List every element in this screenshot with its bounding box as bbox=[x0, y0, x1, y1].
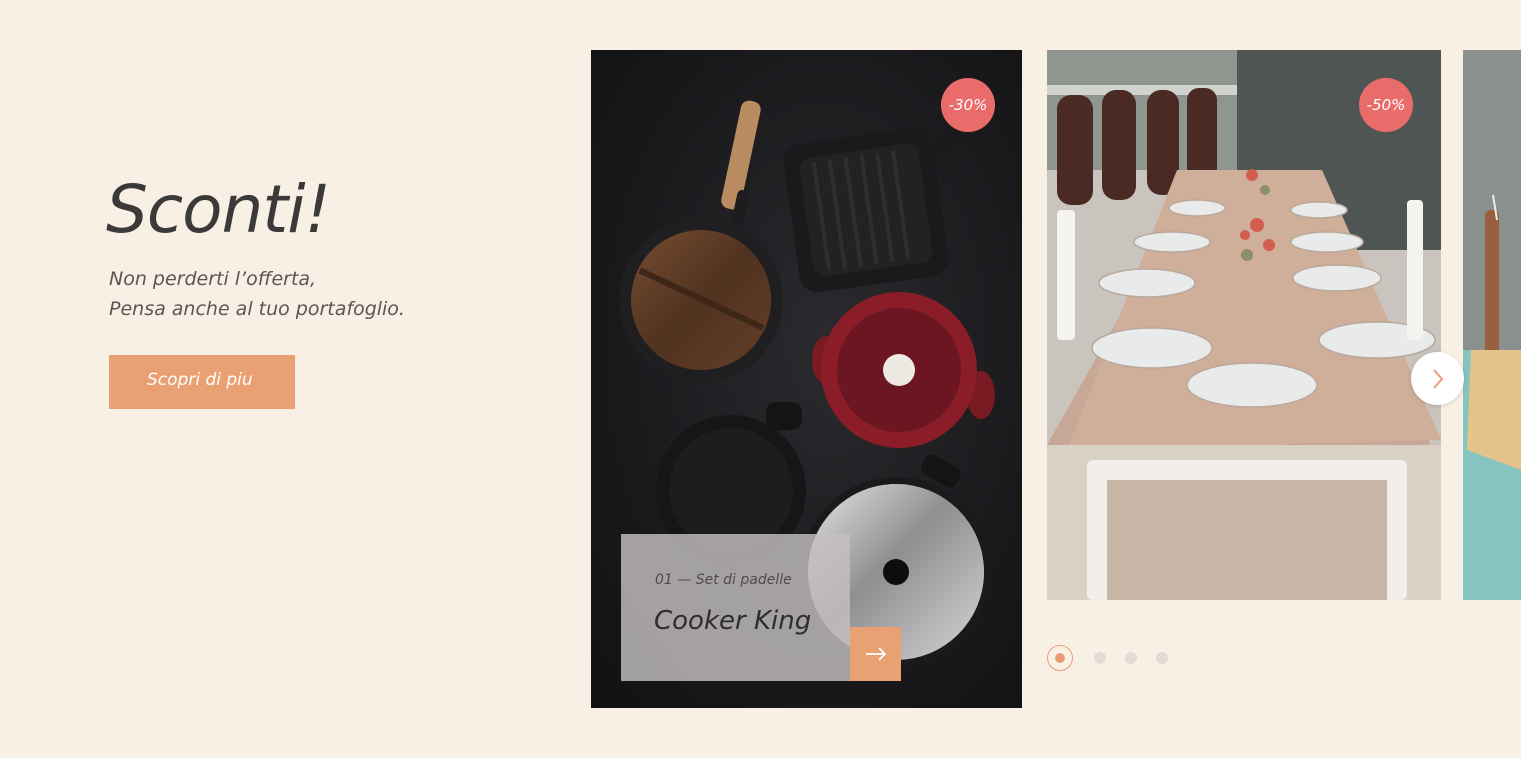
carousel-slide-cookware[interactable]: -30% 01 — Set di padelle Cooker King bbox=[591, 50, 1022, 708]
chevron-right-icon bbox=[1432, 368, 1443, 389]
page: Sconti! Non perderti l’offerta, Pensa an… bbox=[0, 0, 1521, 758]
carousel-next-button[interactable] bbox=[1411, 352, 1464, 405]
pagination-dot-4[interactable] bbox=[1156, 652, 1168, 664]
discount-badge: -50% bbox=[1359, 78, 1413, 132]
carousel-slide-cleaning[interactable] bbox=[1463, 50, 1521, 600]
pagination-dot-3[interactable] bbox=[1125, 652, 1137, 664]
outdoor-dining-table-photo bbox=[1047, 50, 1441, 600]
product-title: Cooker King bbox=[654, 606, 812, 636]
broom-and-dustpan-photo bbox=[1463, 50, 1521, 600]
product-info-card: 01 — Set di padelle Cooker King bbox=[621, 534, 850, 681]
product-link-button[interactable] bbox=[850, 627, 901, 681]
carousel-slide-dining[interactable]: -50% bbox=[1047, 50, 1441, 600]
promo-subtitle: Non perderti l’offerta, Pensa anche al t… bbox=[109, 264, 526, 324]
product-category: 01 — Set di padelle bbox=[655, 572, 792, 588]
arrow-right-icon bbox=[865, 647, 886, 661]
promo-title: Sconti! bbox=[106, 171, 331, 248]
pagination-dot-1-active[interactable] bbox=[1047, 645, 1073, 671]
pagination-dot-2[interactable] bbox=[1094, 652, 1106, 664]
pagination-dot-fill bbox=[1055, 653, 1065, 663]
discover-more-button[interactable]: Scopri di piu bbox=[109, 355, 295, 409]
promo-subtitle-line-2: Pensa anche al tuo portafoglio. bbox=[109, 298, 405, 320]
promo-subtitle-line-1: Non perderti l’offerta, bbox=[109, 268, 317, 290]
discount-badge: -30% bbox=[941, 78, 995, 132]
promo-section: Sconti! Non perderti l’offerta, Pensa an… bbox=[106, 170, 526, 409]
